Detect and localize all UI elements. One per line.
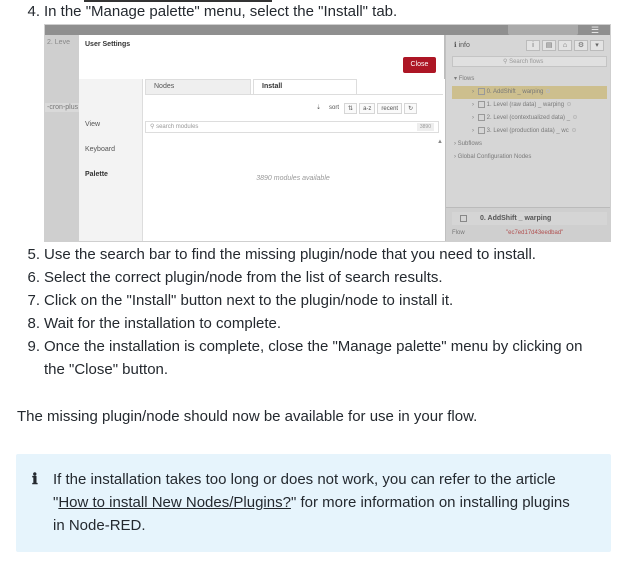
step-5: 5. Use the search bar to find the missing… <box>27 246 536 263</box>
callout-line-2: "How to install New Nodes/Plugins?" for … <box>53 494 570 511</box>
step-text: Once the installation is complete, close… <box>44 338 583 355</box>
sort-alpha-icon: ⇅ <box>344 103 358 114</box>
step-text: Wait for the installation to complete. <box>44 315 282 332</box>
palette-manager: Nodes Install ⇣ sort ⇅ a-z recent ↻ ⚲ se… <box>143 79 445 241</box>
how-to-install-link[interactable]: How to install New Nodes/Plugins? <box>58 494 291 511</box>
sidebar-tab-icons: i ▤ ⌂ ⚙ ▾ <box>526 40 604 51</box>
flows-tree: ▾ Flows › 0. AddShift _ warping › 1. Lev… <box>452 73 607 164</box>
scroll-up-icon: ▲ <box>437 139 443 145</box>
settings-item-keyboard: Keyboard <box>85 146 115 153</box>
step-6: 6. Select the correct plugin/node from th… <box>27 269 443 286</box>
step-text: In the "Manage palette" menu, select the… <box>44 3 398 20</box>
step-8: 8. Wait for the installation to complete. <box>27 315 282 332</box>
node-red-screenshot: ☰ 2. Leve -cron-plus ℹ info i ▤ ⌂ ⚙ ▾ ⚲ … <box>44 24 611 242</box>
step-9: 9. Once the installation is complete, clo… <box>27 338 583 355</box>
close-button: Close <box>403 57 436 73</box>
sort-label: sort <box>329 105 340 111</box>
install-toolbar: ⇣ sort ⇅ a-z recent ↻ <box>313 103 418 114</box>
body-paragraph: The missing plugin/node should now be av… <box>17 408 478 425</box>
flow-id: "ec7ed17d43eedbad" <box>506 230 564 236</box>
tree-row-flows: ▾ Flows <box>454 76 475 82</box>
sort-icon: ⇣ <box>316 105 322 111</box>
step-text: Click on the "Install" button next to th… <box>44 292 454 309</box>
workspace-tab: 2. Leve <box>47 39 70 46</box>
palette-tabs: Nodes Install <box>145 79 365 95</box>
info-title: ℹ info <box>454 42 470 49</box>
help-tab-icon: ▤ <box>542 40 556 51</box>
step-9-continuation: the "Close" button. <box>44 361 169 378</box>
sort-recent-button: recent <box>377 103 403 114</box>
cron-node: -cron-plus <box>45 103 81 112</box>
flow-label: Flow <box>452 230 465 236</box>
sort-az-button: a-z <box>359 103 376 114</box>
tab-install: Install <box>253 79 357 95</box>
deploy-button <box>508 25 578 35</box>
callout-line-3: in Node-RED. <box>53 517 146 534</box>
info-icon: ℹ <box>32 470 38 488</box>
chevron-down-icon: ▾ <box>590 40 604 51</box>
tree-row: › 1. Level (raw data) _ warping <box>452 99 607 112</box>
selected-node-label: 0. AddShift _ warping <box>452 212 607 225</box>
tree-row-subflows: › Subflows <box>454 141 483 147</box>
settings-tab-icon: ⚙ <box>574 40 588 51</box>
refresh-icon: ↻ <box>404 103 418 114</box>
info-sidebar: ℹ info i ▤ ⌂ ⚙ ▾ ⚲ Search flows ▾ Flows … <box>445 35 610 241</box>
callout-line-1: If the installation takes too long or do… <box>53 471 556 488</box>
workspace-left <box>45 35 79 241</box>
hamburger-menu-icon: ☰ <box>591 25 600 35</box>
tab-divider <box>145 94 443 95</box>
dialog-title: User Settings <box>85 41 131 48</box>
step-text: Select the correct plugin/node from the … <box>44 269 443 286</box>
step-text: Use the search bar to find the missing p… <box>44 246 536 263</box>
tab-nodes: Nodes <box>145 79 251 95</box>
config-tab-icon: ⌂ <box>558 40 572 51</box>
info-callout: ℹ If the installation takes too long or … <box>16 454 611 552</box>
user-settings-dialog: User Settings Close View Keyboard Palett… <box>79 35 445 241</box>
step-7: 7. Click on the "Install" button next to … <box>27 292 454 309</box>
tree-row-global-config: › Global Configuration Nodes <box>454 154 532 160</box>
search-modules-input: ⚲ search modules 3890 <box>145 121 439 133</box>
info-tab-icon: i <box>526 40 540 51</box>
step-4: 4. In the "Manage palette" menu, select t… <box>16 1 397 23</box>
settings-sidebar: View Keyboard Palette <box>79 79 143 241</box>
search-flows-input: ⚲ Search flows <box>452 56 607 67</box>
settings-item-view: View <box>85 121 101 128</box>
settings-item-palette: Palette <box>85 171 108 178</box>
selected-node-info: 0. AddShift _ warping Flow "ec7ed17d43ee… <box>446 207 610 241</box>
scrollbar: ▲ <box>437 139 443 241</box>
tree-row: › 3. Level (production data) _ wc <box>452 125 607 138</box>
modules-available-text: 3890 modules available <box>256 175 330 182</box>
tree-row: › 2. Level (contextualized data) _ <box>452 112 607 125</box>
search-count: 3890 <box>416 123 434 131</box>
step-number: 4. <box>27 3 40 20</box>
tree-row: › 0. AddShift _ warping <box>452 86 607 99</box>
